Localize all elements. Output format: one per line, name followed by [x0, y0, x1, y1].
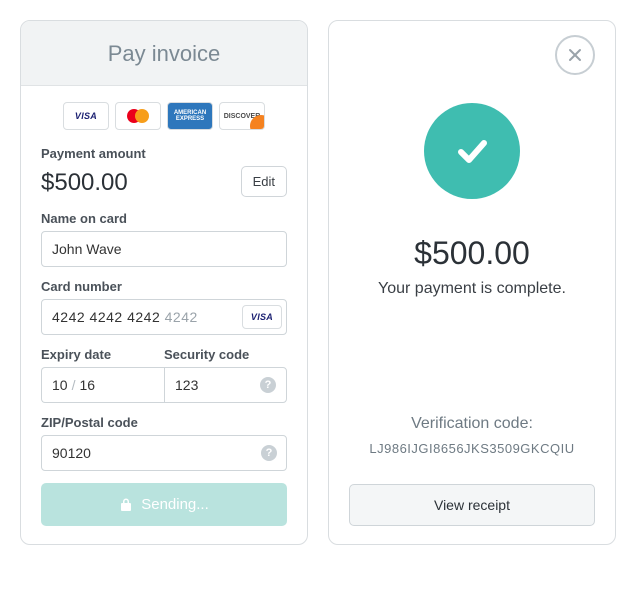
close-button[interactable]	[555, 35, 595, 75]
amount-label: Payment amount	[41, 146, 287, 161]
cardnumber-field: Card number 4242 4242 4242 4242 VISA	[41, 279, 287, 335]
submit-label: Sending...	[141, 496, 209, 513]
mastercard-icon	[115, 102, 161, 130]
payment-success-card: $500.00 Your payment is complete. Verifi…	[328, 20, 616, 545]
zip-label: ZIP/Postal code	[41, 415, 287, 430]
amount-value: $500.00	[41, 169, 128, 197]
card-body: VISA AMERICANEXPRESS DISCOVER Payment am…	[21, 86, 307, 544]
expiry-field: Expiry date 10 / 16	[41, 347, 164, 403]
success-message: Your payment is complete.	[349, 280, 595, 298]
card-brand-row: VISA AMERICANEXPRESS DISCOVER	[41, 102, 287, 130]
cardnumber-label: Card number	[41, 279, 287, 294]
cvc-field: Security code 123 ?	[164, 347, 287, 403]
discover-icon: DISCOVER	[219, 102, 265, 130]
success-check-icon	[424, 103, 520, 199]
amount-field: Payment amount $500.00 Edit	[41, 146, 287, 197]
expiry-label: Expiry date	[41, 347, 164, 362]
name-field: Name on card	[41, 211, 287, 267]
close-icon	[567, 47, 583, 63]
pay-invoice-card: Pay invoice VISA AMERICANEXPRESS DISCOVE…	[20, 20, 308, 545]
cvc-input[interactable]: 123 ?	[164, 367, 287, 403]
amex-icon: AMERICANEXPRESS	[167, 102, 213, 130]
expiry-input[interactable]: 10 / 16	[41, 367, 164, 403]
zip-input[interactable]	[41, 435, 287, 471]
name-label: Name on card	[41, 211, 287, 226]
help-icon[interactable]: ?	[260, 377, 276, 393]
view-receipt-button[interactable]: View receipt	[349, 484, 595, 526]
edit-amount-button[interactable]: Edit	[241, 166, 287, 197]
cvc-label: Security code	[164, 347, 287, 362]
verification-label: Verification code:	[349, 415, 595, 433]
card-title: Pay invoice	[21, 41, 307, 67]
card-header: Pay invoice	[21, 21, 307, 86]
help-icon[interactable]: ?	[261, 445, 277, 461]
zip-field: ZIP/Postal code ?	[41, 415, 287, 471]
name-input[interactable]	[41, 231, 287, 267]
verification-code: LJ986IJGI8656JKS3509GKCQIU	[349, 441, 595, 456]
success-amount: $500.00	[349, 235, 595, 272]
cardnumber-input[interactable]: 4242 4242 4242 4242 VISA	[41, 299, 287, 335]
submit-button[interactable]: Sending...	[41, 483, 287, 526]
lock-icon	[119, 497, 133, 512]
visa-icon: VISA	[63, 102, 109, 130]
detected-visa-icon: VISA	[242, 305, 282, 329]
